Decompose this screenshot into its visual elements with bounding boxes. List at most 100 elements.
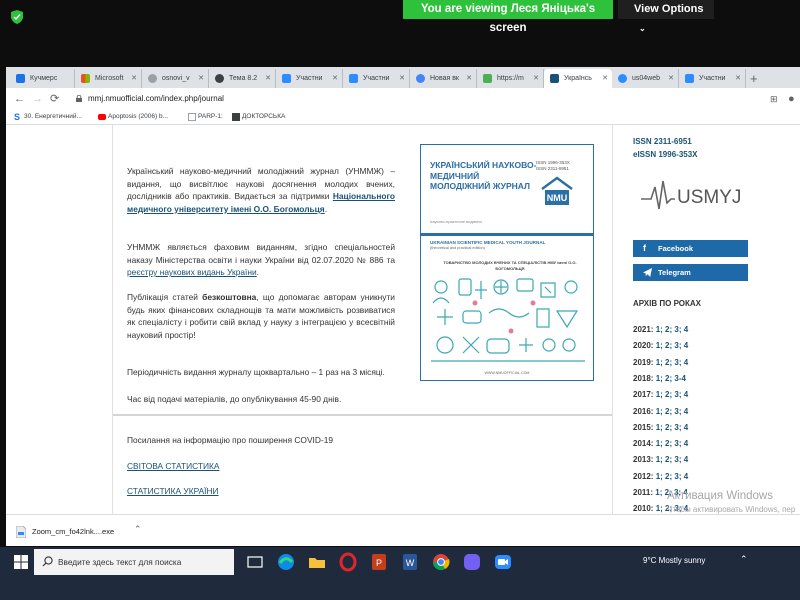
word-icon[interactable]: W xyxy=(399,551,421,573)
close-icon[interactable]: ✕ xyxy=(399,69,405,88)
tray-chevron-icon[interactable]: ⌃ xyxy=(740,554,748,565)
publication-time-text: Час від подачі матеріалів, до опублікува… xyxy=(127,394,342,404)
browser-tab[interactable]: Microsoft ✕ xyxy=(75,69,142,88)
download-bar: Zoom_cm_fo42lnk....exe ⌃ xyxy=(6,514,800,546)
close-icon[interactable]: ✕ xyxy=(602,69,608,88)
tab-label: Участни xyxy=(699,75,726,82)
browser-tab[interactable]: us04web ✕ xyxy=(612,69,679,88)
page-content: Український науково-медичний молодіжний … xyxy=(6,125,800,514)
windows-start-icon[interactable] xyxy=(14,555,28,569)
close-icon[interactable]: ✕ xyxy=(533,69,539,88)
nmu-logo-icon: NMU xyxy=(541,176,573,205)
bookmark-item[interactable]: ДОКТОРСЬКА xyxy=(232,112,285,122)
cover-issn-2: ISSN 2311-6951 xyxy=(536,166,569,171)
translate-icon[interactable]: ⊞ xyxy=(770,92,778,106)
journal-favicon-icon xyxy=(550,74,559,83)
close-icon[interactable]: ✕ xyxy=(198,69,204,88)
bookmark-item[interactable]: S 30. Енергетичний... xyxy=(14,112,82,122)
archive-row: 2015: 1; 2; 3; 4 xyxy=(633,423,688,432)
browser-tab[interactable]: Участни ✕ xyxy=(343,69,410,88)
journal-cover-image[interactable]: УКРАЇНСЬКИЙ НАУКОВО-МЕДИЧНИЙ МОЛОДІЖНИЙ … xyxy=(420,144,594,381)
close-icon[interactable]: ✕ xyxy=(332,69,338,88)
weather-widget[interactable]: 9°C Mostly sunny xyxy=(643,556,705,565)
tab-label: osnovi_v xyxy=(162,75,190,82)
close-icon[interactable]: ✕ xyxy=(265,69,271,88)
archive-year: 2018: xyxy=(633,373,654,383)
address-bar[interactable]: mmj.nmuofficial.com/index.php/journal xyxy=(88,94,224,103)
new-tab-button[interactable]: + xyxy=(750,69,758,88)
issn-line: ISSN 2311-6951 xyxy=(633,137,692,146)
moodle-icon xyxy=(215,74,224,83)
browser-tab[interactable]: https://m ✕ xyxy=(477,69,544,88)
free-bold: безкоштовна xyxy=(202,292,257,302)
archive-row: 2017: 1; 2; 3; 4 xyxy=(633,390,688,399)
close-icon[interactable]: ✕ xyxy=(131,69,137,88)
viber-icon[interactable] xyxy=(461,551,483,573)
archive-year: 2017: xyxy=(633,390,654,400)
cover-title: УКРАЇНСЬКИЙ НАУКОВО-МЕДИЧНИЙ МОЛОДІЖНИЙ … xyxy=(430,160,537,192)
opera-icon[interactable] xyxy=(337,551,359,573)
bookmark-item[interactable]: PARP-1: xyxy=(188,112,223,122)
archive-row: 2013: 1; 2; 3; 4 xyxy=(633,455,688,464)
edge-icon[interactable] xyxy=(275,551,297,573)
intro-text-end: . xyxy=(324,203,328,214)
facebook-label: Facebook xyxy=(658,244,694,253)
archive-issues-link[interactable]: 1; 2; 3; 4 xyxy=(656,439,688,448)
world-stats-link[interactable]: СВІТОВА СТАТИСТИКА xyxy=(127,460,327,473)
eissn-label: eISSN xyxy=(633,150,657,159)
browser-tab[interactable]: Кучмерс xyxy=(10,69,75,88)
browser-tab[interactable]: osnovi_v ✕ xyxy=(142,69,209,88)
registry-link[interactable]: реєстру наукових видань України xyxy=(127,267,257,277)
file-explorer-icon[interactable] xyxy=(306,551,328,573)
taskbar-search-input[interactable]: Введите здесь текст для поиска xyxy=(34,549,234,575)
tab-label: Українсь xyxy=(564,75,592,82)
telegram-button[interactable]: Telegram xyxy=(633,264,748,281)
browser-toolbar: ← → ⟳ mmj.nmuofficial.com/index.php/jour… xyxy=(6,88,800,110)
chrome-icon[interactable] xyxy=(430,551,452,573)
cover-english-title: UKRAINIAN SCIENTIFIC MEDICAL YOUTH JOURN… xyxy=(430,240,546,245)
browser-tab-active[interactable]: Українсь ✕ xyxy=(544,69,612,88)
forward-arrow-icon[interactable]: → xyxy=(32,92,43,106)
bookmark-item[interactable]: Apoptosis (2006) b... xyxy=(98,112,168,122)
archive-year: 2021: xyxy=(633,325,654,334)
powerpoint-icon[interactable]: P xyxy=(368,551,390,573)
ukraine-stats-link[interactable]: СТАТИСТИКА УКРАЇНИ xyxy=(127,485,327,498)
archive-issues-link[interactable]: 1; 2; 3; 4 xyxy=(656,407,688,416)
bookmark-label: 30. Енергетичний... xyxy=(24,113,82,120)
archive-year: 2020: xyxy=(633,341,654,351)
back-arrow-icon[interactable]: ← xyxy=(14,92,25,106)
status-text: УНММЖ являється фаховим виданням, згідно… xyxy=(127,242,395,265)
task-view-icon[interactable] xyxy=(244,551,266,573)
browser-tab[interactable]: Участни ✕ xyxy=(679,69,746,88)
close-icon[interactable]: ✕ xyxy=(466,69,472,88)
archive-issues-link[interactable]: 1; 2; 3; 4 xyxy=(656,472,688,481)
bookmark-label: Apoptosis (2006) b... xyxy=(108,113,168,120)
free-text: Публікація статей xyxy=(127,292,203,302)
close-icon[interactable]: ✕ xyxy=(735,69,741,88)
browser-tab[interactable]: Новая вк ✕ xyxy=(410,69,477,88)
facebook-button[interactable]: f Facebook xyxy=(633,240,748,257)
archive-issues-link[interactable]: 1; 2; 3; 4 xyxy=(656,325,688,334)
archive-issues-link[interactable]: 1; 2; 3; 4 xyxy=(656,341,688,350)
archive-issues-link[interactable]: 1; 2; 3; 4 xyxy=(656,358,688,367)
archive-issues-link[interactable]: 1; 2; 3; 4 xyxy=(656,423,688,432)
chevron-up-icon[interactable]: ⌃ xyxy=(134,524,142,535)
page-icon xyxy=(188,113,196,121)
archive-issues-link[interactable]: 1; 2; 3-4 xyxy=(656,374,686,383)
browser-tab[interactable]: Участни ✕ xyxy=(276,69,343,88)
archive-issues-link[interactable]: 1; 2; 3; 4 xyxy=(656,455,688,464)
archive-issues-link[interactable]: 1; 2; 3; 4 xyxy=(656,390,688,399)
view-options-button[interactable]: View Options ⌄ xyxy=(618,0,714,33)
zoom-icon[interactable] xyxy=(492,551,514,573)
profile-icon[interactable]: ● xyxy=(788,92,795,106)
eissn-value: 1996-353X xyxy=(658,150,698,159)
archive-row: 2021: 1; 2; 3; 4 xyxy=(633,325,688,334)
reload-icon[interactable]: ⟳ xyxy=(50,92,59,106)
archive-heading: АРХІВ ПО РОКАХ xyxy=(633,299,702,308)
close-icon[interactable]: ✕ xyxy=(668,69,674,88)
browser-window: Кучмерс Microsoft ✕ osnovi_v ✕ Тема 8.2 … xyxy=(6,67,800,514)
download-item[interactable]: Zoom_cm_fo42lnk....exe xyxy=(32,527,114,536)
covid-heading: Посилання на інформацію про поширення CO… xyxy=(127,435,334,445)
browser-tab[interactable]: Тема 8.2 ✕ xyxy=(209,69,276,88)
tab-strip: Кучмерс Microsoft ✕ osnovi_v ✕ Тема 8.2 … xyxy=(6,67,800,88)
